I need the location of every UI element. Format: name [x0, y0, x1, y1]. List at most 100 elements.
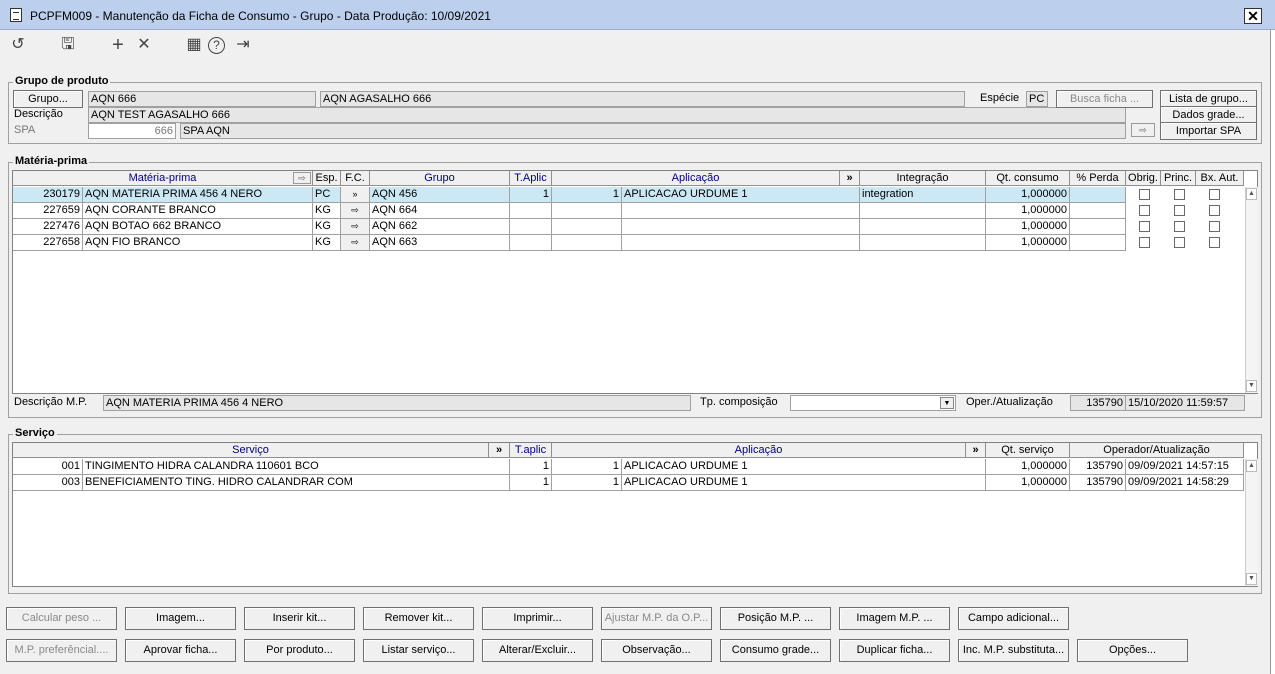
- action-button-6[interactable]: Posição M.P. ...: [720, 607, 831, 630]
- srv-scroll-up-icon[interactable]: ▲: [1246, 460, 1257, 472]
- action-button-3[interactable]: Remover kit...: [363, 607, 474, 630]
- bxaut-checkbox[interactable]: [1209, 221, 1220, 232]
- action-button-r2-7[interactable]: Duplicar ficha...: [839, 639, 950, 662]
- fc-button[interactable]: ⇨: [341, 219, 370, 235]
- spa-code-field[interactable]: 666: [88, 123, 176, 139]
- srv-col-servico[interactable]: Serviço: [13, 443, 489, 458]
- action-button-r2-4[interactable]: Alterar/Excluir...: [482, 639, 593, 662]
- action-button-7[interactable]: Imagem M.P. ...: [839, 607, 950, 630]
- srv-cell-code: 003: [13, 475, 83, 491]
- mp-col-integracao[interactable]: Integração: [860, 171, 986, 186]
- action-button-2[interactable]: Inserir kit...: [244, 607, 355, 630]
- mp-cell-name: AQN CORANTE BRANCO: [83, 203, 313, 219]
- action-button-r2-3[interactable]: Listar serviço...: [363, 639, 474, 662]
- mp-grid[interactable]: Matéria-prima Esp. F.C. Grupo T.Aplic Ap…: [12, 170, 1258, 394]
- servico-legend: Serviço: [13, 427, 57, 439]
- mp-col-expand[interactable]: »: [840, 171, 860, 186]
- close-button[interactable]: ✕: [1244, 8, 1262, 24]
- help-icon[interactable]: ?: [208, 37, 225, 54]
- action-button-0[interactable]: Calcular peso ...: [6, 607, 117, 630]
- bxaut-checkbox[interactable]: [1209, 189, 1220, 200]
- srv-cell-date: 09/09/2021 14:58:29: [1126, 475, 1244, 491]
- srv-col-aplicacao[interactable]: Aplicação: [552, 443, 966, 458]
- spa-lookup-icon[interactable]: ⇨: [1131, 123, 1155, 137]
- srv-col-taplic[interactable]: T.aplic: [510, 443, 552, 458]
- fc-button[interactable]: ⇨: [341, 203, 370, 219]
- fc-button[interactable]: »: [341, 187, 370, 203]
- action-button-4[interactable]: Imprimir...: [482, 607, 593, 630]
- action-button-r2-6[interactable]: Consumo grade...: [720, 639, 831, 662]
- importar-spa-button[interactable]: Importar SPA: [1160, 122, 1257, 140]
- grupo-code-field: AQN 666: [88, 91, 316, 107]
- srv-col-expand2[interactable]: »: [966, 443, 986, 458]
- action-button-5[interactable]: Ajustar M.P. da O.P...: [601, 607, 712, 630]
- servico-grid[interactable]: Serviço » T.aplic Aplicação » Qt. serviç…: [12, 442, 1258, 587]
- mp-cell-aplicacao: [622, 219, 860, 235]
- obrig-checkbox[interactable]: [1139, 237, 1150, 248]
- chevron-down-icon[interactable]: ▼: [940, 397, 954, 409]
- mp-cell-code: 227658: [13, 235, 83, 251]
- mp-col-bxaut[interactable]: Bx. Aut.: [1196, 171, 1244, 186]
- action-button-r2-8[interactable]: Inc. M.P. substituta...: [958, 639, 1069, 662]
- mp-cell-qt: 1,000000: [986, 219, 1070, 235]
- mp-cell-code: 227476: [13, 219, 83, 235]
- princ-checkbox[interactable]: [1174, 237, 1185, 248]
- mp-header-lookup-icon[interactable]: ⇨: [293, 172, 311, 184]
- undo-icon[interactable]: ↺: [8, 34, 28, 56]
- obrig-checkbox[interactable]: [1139, 189, 1150, 200]
- mp-cell-aplic_code: [552, 235, 622, 251]
- mp-cell-esp: PC: [313, 187, 341, 203]
- bxaut-checkbox[interactable]: [1209, 237, 1220, 248]
- tp-composicao-select[interactable]: ▼: [790, 395, 956, 411]
- srv-col-operador[interactable]: Operador/Atualização: [1070, 443, 1244, 458]
- action-button-r2-0[interactable]: M.P. preferêncial....: [6, 639, 117, 662]
- srv-scrollbar[interactable]: [1245, 459, 1258, 586]
- action-button-r2-5[interactable]: Observação...: [601, 639, 712, 662]
- exit-icon[interactable]: ⇥: [233, 34, 253, 56]
- spa-label: SPA: [14, 124, 36, 136]
- mp-col-materia[interactable]: Matéria-prima: [13, 171, 313, 186]
- mp-col-perda[interactable]: % Perda: [1070, 171, 1126, 186]
- mp-col-grupo[interactable]: Grupo: [370, 171, 510, 186]
- bxaut-checkbox[interactable]: [1209, 205, 1220, 216]
- add-icon[interactable]: +: [108, 34, 128, 56]
- mp-col-aplicacao[interactable]: Aplicação: [552, 171, 840, 186]
- srv-col-expand1[interactable]: »: [489, 443, 510, 458]
- grupo-button[interactable]: Grupo...: [13, 90, 83, 108]
- mp-cell-integracao: [860, 203, 986, 219]
- srv-cell-qt: 1,000000: [986, 459, 1070, 475]
- action-button-r2-9[interactable]: Opções...: [1077, 639, 1188, 662]
- srv-cell-taplic: 1: [510, 475, 552, 491]
- mp-cell-taplic: 1: [510, 187, 552, 203]
- mp-cell-integracao: [860, 235, 986, 251]
- mp-col-obrig[interactable]: Obrig.: [1126, 171, 1161, 186]
- mp-col-esp[interactable]: Esp.: [313, 171, 341, 186]
- srv-col-qt[interactable]: Qt. serviço: [986, 443, 1070, 458]
- delete-icon[interactable]: ✕: [134, 34, 154, 56]
- mp-col-qt[interactable]: Qt. consumo: [986, 171, 1070, 186]
- action-button-1[interactable]: Imagem...: [125, 607, 236, 630]
- mp-col-princ[interactable]: Princ.: [1161, 171, 1196, 186]
- action-button-8[interactable]: Campo adicional...: [958, 607, 1069, 630]
- princ-checkbox[interactable]: [1174, 221, 1185, 232]
- mp-cell-taplic: [510, 235, 552, 251]
- srv-scroll-down-icon[interactable]: ▼: [1246, 573, 1257, 585]
- fc-button[interactable]: ⇨: [341, 235, 370, 251]
- action-button-r2-2[interactable]: Por produto...: [244, 639, 355, 662]
- srv-cell-taplic: 1: [510, 459, 552, 475]
- mp-scroll-up-icon[interactable]: ▲: [1246, 188, 1257, 200]
- obrig-checkbox[interactable]: [1139, 221, 1150, 232]
- mp-cell-aplic_code: [552, 203, 622, 219]
- busca-ficha-button[interactable]: Busca ficha ...: [1056, 90, 1153, 108]
- princ-checkbox[interactable]: [1174, 205, 1185, 216]
- mp-scroll-down-icon[interactable]: ▼: [1246, 380, 1257, 392]
- calendar-icon[interactable]: ▦: [184, 34, 204, 56]
- mp-col-taplic[interactable]: T.Aplic: [510, 171, 552, 186]
- mp-col-fc[interactable]: F.C.: [341, 171, 370, 186]
- mp-legend: Matéria-prima: [13, 155, 90, 167]
- save-icon[interactable]: 🖫: [58, 34, 78, 56]
- mp-scrollbar[interactable]: [1245, 187, 1258, 393]
- action-button-r2-1[interactable]: Aprovar ficha...: [125, 639, 236, 662]
- princ-checkbox[interactable]: [1174, 189, 1185, 200]
- obrig-checkbox[interactable]: [1139, 205, 1150, 216]
